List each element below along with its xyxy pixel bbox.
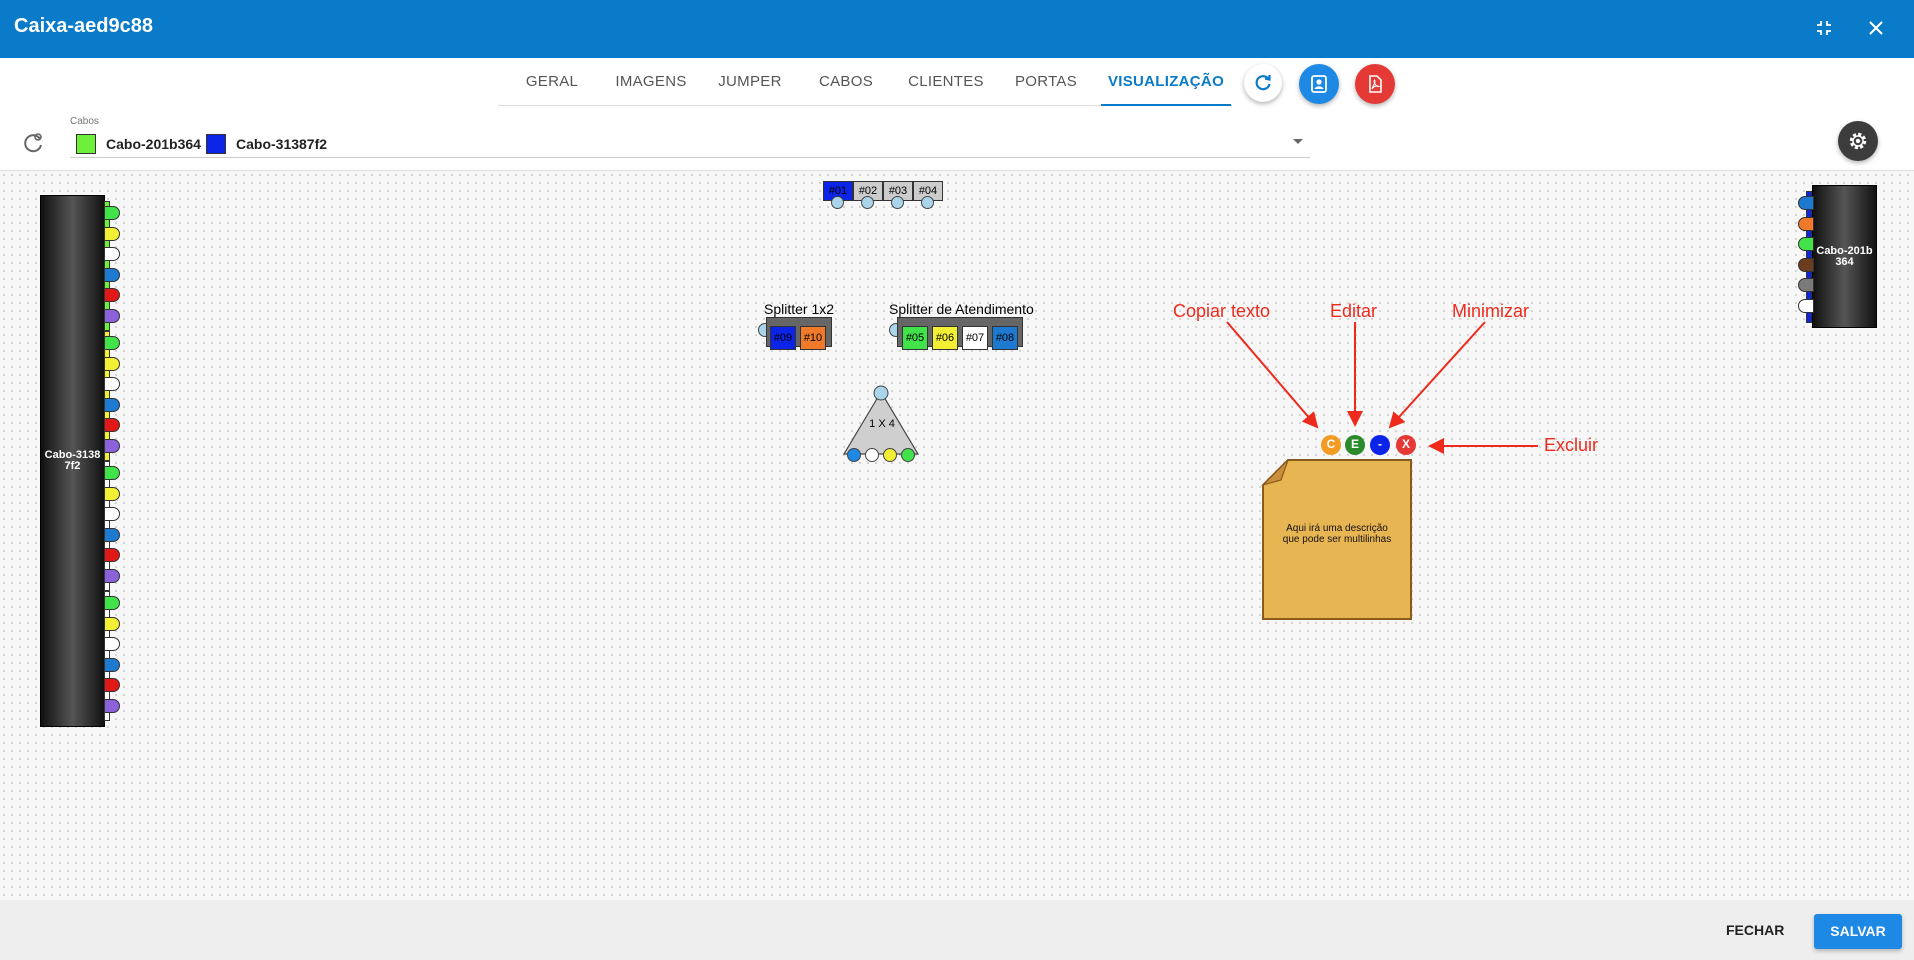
pdf-icon xyxy=(1369,75,1382,93)
save-button[interactable]: SALVAR xyxy=(1814,914,1902,949)
window-title: Caixa-aed9c88 xyxy=(14,15,153,37)
window-titlebar: Caixa-aed9c88 xyxy=(0,0,1914,58)
minimize-window-button[interactable] xyxy=(1810,14,1838,42)
collapse-icon xyxy=(1817,21,1831,35)
cable-chip: Cabo-31387f2 xyxy=(206,134,327,154)
diagram-canvas[interactable]: Cabo-3138 7f2 Cabo-201b 364 #01 #02 #03 … xyxy=(0,170,1914,900)
gear-icon xyxy=(1849,132,1867,150)
cable-chip-label: Cabo-31387f2 xyxy=(236,136,328,152)
tab-imagens[interactable]: IMAGENS xyxy=(606,58,696,106)
contact-button[interactable] xyxy=(1299,64,1339,104)
close-window-button[interactable] xyxy=(1862,14,1890,42)
chevron-down-icon[interactable] xyxy=(1292,138,1304,146)
tab-bar: GERAL IMAGENS JUMPER CABOS CLIENTES PORT… xyxy=(498,58,1232,106)
refresh-button[interactable] xyxy=(1244,64,1282,102)
close-button[interactable]: FECHAR xyxy=(1726,922,1784,938)
contact-card-icon xyxy=(1311,75,1327,93)
cable-color-swatch xyxy=(206,134,226,154)
cable-chip: Cabo-201b364 xyxy=(76,134,206,154)
cabos-label: Cabos xyxy=(70,116,99,127)
settings-button[interactable] xyxy=(1838,121,1878,161)
rotate-icon xyxy=(24,133,42,153)
dialog-footer: FECHAR SALVAR xyxy=(0,900,1914,960)
reset-cables-button[interactable] xyxy=(20,130,46,156)
annotation-arrows xyxy=(1226,321,1538,454)
cable-chip-label: Cabo-201b364 xyxy=(106,136,201,152)
close-icon xyxy=(1869,21,1883,35)
refresh-icon xyxy=(1255,75,1271,91)
tab-portas[interactable]: PORTAS xyxy=(1004,58,1088,106)
tab-jumper[interactable]: JUMPER xyxy=(712,58,788,106)
cabos-select[interactable]: Cabos Cabo-201b364 Cabo-31387f2 xyxy=(70,116,1310,158)
tab-geral[interactable]: GERAL xyxy=(514,58,590,106)
tab-cabos[interactable]: CABOS xyxy=(804,58,888,106)
pdf-export-button[interactable] xyxy=(1355,64,1395,104)
tab-visualizacao[interactable]: VISUALIZAÇÃO xyxy=(1101,58,1231,106)
cable-color-swatch xyxy=(76,134,96,154)
tab-clientes[interactable]: CLIENTES xyxy=(904,58,988,106)
